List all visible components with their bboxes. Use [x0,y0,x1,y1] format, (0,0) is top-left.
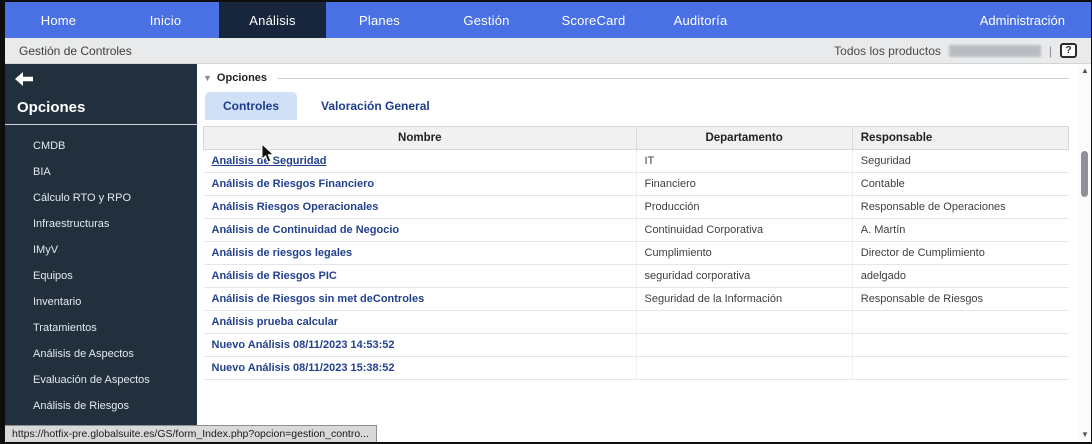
products-filter-label[interactable]: Todos los productos [834,44,941,58]
table-row: Análisis prueba calcular [203,310,1069,334]
analysis-link[interactable]: Análisis prueba calcular [212,316,339,328]
table-row: Nuevo Análisis 08/11/2023 14:53:52 [203,333,1069,357]
cell-departamento [635,310,853,334]
cell-departamento: Producción [635,195,853,219]
cell-departamento [635,333,853,357]
cell-departamento: Cumplimiento [635,241,853,265]
sidebar-item-cmdb[interactable]: CMDB [5,133,197,159]
table-row: Analisis de Seguridad IT Seguridad [203,149,1069,173]
sidebar: Opciones CMDB BIA Cálculo RTO y RPO Infr… [5,64,197,441]
analysis-link[interactable]: Analisis de Seguridad [212,155,327,167]
table-row: Análisis de Continuidad de Negocio Conti… [203,218,1069,242]
cell-responsable: Director de Cumplimiento [851,241,1069,265]
tab-valoracion-general[interactable]: Valoración General [303,92,448,120]
help-icon[interactable]: ? [1060,43,1077,58]
analysis-link[interactable]: Análisis Riesgos Operacionales [212,201,379,213]
nav-item-home[interactable]: Home [5,2,112,38]
sidebar-item-inventario[interactable]: Inventario [5,289,197,315]
cell-departamento: Continuidad Corporativa [635,218,853,242]
col-header-departamento: Departamento [635,126,853,150]
nav-item-gestion[interactable]: Gestión [433,2,540,38]
scroll-up-icon[interactable]: ▲ [1081,64,1089,77]
table-row: Análisis de Riesgos Financiero Financier… [203,172,1069,196]
tab-controles[interactable]: Controles [205,92,298,120]
analysis-link[interactable]: Nuevo Análisis 08/11/2023 14:53:52 [212,339,395,351]
analysis-link[interactable]: Análisis de Continuidad de Negocio [212,224,400,236]
sidebar-item-analisis-de-riesgos[interactable]: Análisis de Riesgos [5,393,197,419]
sidebar-item-analisis-de-aspectos[interactable]: Análisis de Aspectos [5,341,197,367]
table-row: Análisis de Riesgos sin met deControles … [203,287,1069,311]
nav-item-administracion[interactable]: Administración [970,2,1091,38]
nav-item-auditoria[interactable]: Auditoría [647,2,754,38]
scroll-down-icon[interactable]: ▼ [1081,428,1089,441]
cell-departamento: IT [635,149,853,173]
cell-responsable: Seguridad [851,149,1069,173]
collapse-triangle-icon: ▼ [203,72,212,83]
nav-item-scorecard[interactable]: ScoreCard [540,2,647,38]
analysis-link[interactable]: Análisis de riesgos legales [212,247,353,259]
breadcrumb-bar: Gestión de Controles Todos los productos… [5,38,1091,64]
cell-responsable: A. Martín [851,218,1069,242]
back-button[interactable] [5,64,197,93]
cell-responsable: Contable [851,172,1069,196]
analysis-link[interactable]: Análisis de Riesgos PIC [212,270,337,282]
sidebar-item-equipos[interactable]: Equipos [5,263,197,289]
tab-strip: Controles Valoración General [205,92,1069,120]
sidebar-item-tratamientos[interactable]: Tratamientos [5,315,197,341]
app-window: Home Inicio Análisis Planes Gestión Scor… [0,0,1092,444]
back-arrow-icon [15,72,33,90]
col-header-responsable: Responsable [851,126,1070,150]
vertical-scrollbar[interactable]: ▲ ▼ [1079,64,1091,441]
analysis-link[interactable]: Nuevo Análisis 08/11/2023 15:38:52 [212,362,395,374]
cell-departamento: Seguridad de la Información [635,287,853,311]
sidebar-item-bia[interactable]: BIA [5,159,197,185]
sidebar-title: Opciones [5,93,197,125]
analysis-link[interactable]: Análisis de Riesgos Financiero [212,178,375,190]
redacted-username [948,44,1041,57]
group-rule [278,77,1069,79]
cell-departamento: seguridad corporativa [635,264,853,288]
col-header-nombre: Nombre [203,126,637,150]
table-row: Análisis de riesgos legales Cumplimiento… [203,241,1069,265]
top-navigation: Home Inicio Análisis Planes Gestión Scor… [5,2,1091,38]
nav-item-inicio[interactable]: Inicio [112,2,219,38]
sidebar-item-calculo-rto-rpo[interactable]: Cálculo RTO y RPO [5,185,197,211]
cell-departamento: Financiero [635,172,853,196]
cell-responsable: adelgado [851,264,1069,288]
table-row: Análisis Riesgos Operacionales Producció… [203,195,1069,219]
cell-responsable: Responsable de Operaciones [851,195,1069,219]
sidebar-item-imyv[interactable]: IMyV [5,237,197,263]
cell-responsable [851,356,1069,380]
main-panel: ▼ Opciones Controles Valoración General … [197,64,1091,441]
options-group-title: Opciones [216,72,268,84]
sidebar-item-evaluacion-de-aspectos[interactable]: Evaluación de Aspectos [5,367,197,393]
nav-item-planes[interactable]: Planes [326,2,433,38]
table-row: Análisis de Riesgos PIC seguridad corpor… [203,264,1069,288]
options-group-header[interactable]: ▼ Opciones [203,72,1069,84]
cell-departamento [635,356,853,380]
sidebar-item-infraestructuras[interactable]: Infraestructuras [5,211,197,237]
controls-table: Nombre Departamento Responsable Analisis… [203,126,1070,380]
scrollbar-thumb[interactable] [1081,151,1088,197]
table-header-row: Nombre Departamento Responsable [203,126,1070,150]
page-title: Gestión de Controles [19,43,132,58]
cell-responsable: Responsable de Riesgos [851,287,1069,311]
separator: | [1048,43,1052,58]
analysis-link[interactable]: Análisis de Riesgos sin met deControles [212,293,425,305]
status-url-tooltip: https://hotfix-pre.globalsuite.es/GS/for… [5,425,377,442]
nav-item-analisis[interactable]: Análisis [219,2,326,38]
cell-responsable [851,333,1069,357]
cell-responsable [851,310,1069,334]
table-row: Nuevo Análisis 08/11/2023 15:38:52 [203,356,1069,380]
scrollbar-track[interactable] [1079,77,1091,428]
